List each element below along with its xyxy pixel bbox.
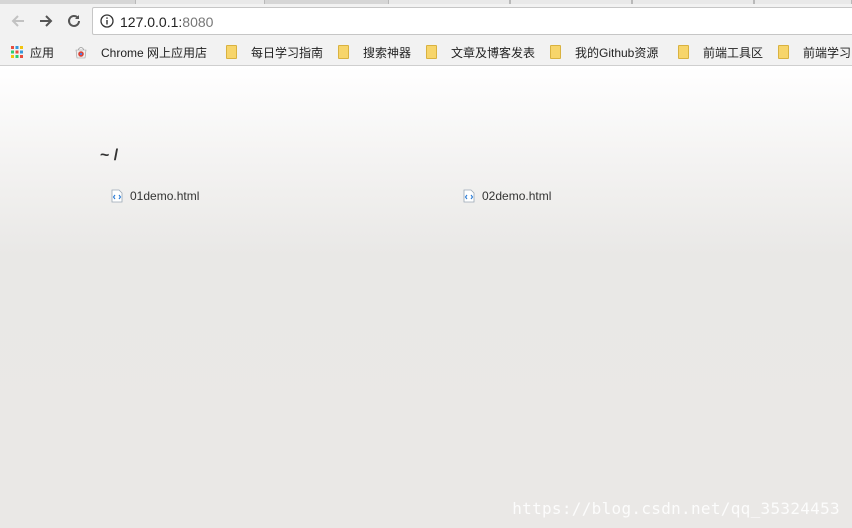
bookmark-folder[interactable]: 我的Github资源 — [550, 42, 658, 62]
url-text[interactable]: 127.0.0.1:8080 — [120, 14, 213, 30]
bookmarks-bar: 应用 Chrome 网上应用店 每日学习指南 搜索神器 文章及博客发表 我的Gi… — [0, 38, 852, 66]
folder-icon — [226, 45, 237, 59]
back-arrow-icon — [11, 15, 24, 27]
bookmark-label: 每日学习指南 — [251, 45, 324, 60]
bookmark-label: 应用 — [30, 45, 55, 60]
bookmark-label: Chrome 网上应用店 — [101, 45, 208, 60]
bookmark-label: 文章及博客发表 — [451, 45, 536, 60]
url-port: 8080 — [182, 14, 214, 30]
site-info-icon[interactable] — [100, 14, 114, 28]
address-bar[interactable]: 127.0.0.1:8080 — [92, 7, 852, 35]
bookmark-chrome-webstore[interactable]: Chrome 网上应用店 — [74, 42, 207, 62]
bookmark-apps[interactable]: 应用 — [10, 42, 54, 62]
bookmark-label: 搜索神器 — [363, 45, 412, 60]
chrome-webstore-icon — [75, 47, 87, 59]
html-file-icon — [111, 189, 123, 203]
html-file-icon — [463, 189, 475, 203]
forward-button[interactable] — [34, 9, 58, 33]
folder-icon — [338, 45, 349, 59]
bookmark-label: 我的Github资源 — [575, 45, 659, 60]
watermark: https://blog.csdn.net/qq_35324453 — [512, 499, 840, 518]
back-button[interactable] — [6, 9, 30, 33]
file-link-01demo[interactable]: 01demo.html — [110, 189, 199, 203]
browser-toolbar: 127.0.0.1:8080 — [0, 4, 852, 38]
apps-grid-icon — [11, 46, 23, 58]
folder-icon — [550, 45, 561, 59]
file-link-02demo[interactable]: 02demo.html — [462, 189, 551, 203]
reload-icon — [68, 14, 80, 27]
file-name: 02demo.html — [482, 189, 552, 203]
bookmark-folder[interactable]: 搜索神器 — [338, 42, 411, 62]
directory-path: ~ / — [100, 147, 119, 164]
bookmark-folder[interactable]: 每日学习指南 — [226, 42, 323, 62]
page-content: ~ / 01demo.html 02demo.html https://blog… — [0, 66, 852, 528]
folder-icon — [426, 45, 437, 59]
forward-arrow-icon — [40, 15, 53, 27]
bookmark-label: 前端学习 — [803, 45, 852, 60]
file-name: 01demo.html — [130, 189, 200, 203]
bookmark-label: 前端工具区 — [703, 45, 764, 60]
folder-icon — [678, 45, 689, 59]
reload-button[interactable] — [62, 9, 86, 33]
bookmark-folder[interactable]: 前端学习 — [778, 42, 851, 62]
url-host: 127.0.0.1: — [120, 14, 183, 30]
bookmark-folder[interactable]: 前端工具区 — [678, 42, 763, 62]
bookmark-folder[interactable]: 文章及博客发表 — [426, 42, 535, 62]
folder-icon — [778, 45, 789, 59]
